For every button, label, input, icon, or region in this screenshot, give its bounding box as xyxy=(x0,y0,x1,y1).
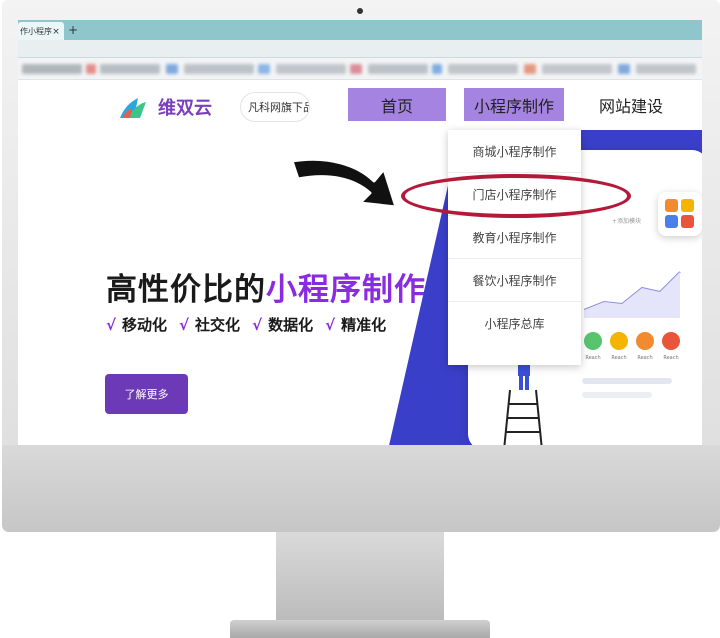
blurred-bookmark xyxy=(276,64,346,74)
browser-tab-bar: 作小程序 × + xyxy=(18,20,702,40)
green-circle xyxy=(584,332,602,350)
feature-item: √ 移动化 xyxy=(106,315,168,335)
reach-label: Reach xyxy=(611,355,627,361)
blurred-bookmark xyxy=(524,64,536,74)
logo-text: 维双云 xyxy=(158,98,212,119)
check-icon: √ xyxy=(179,315,190,334)
hero-title-accent: 小程序制作 xyxy=(266,272,426,308)
blurred-bookmark xyxy=(636,64,696,74)
nav-mini-program[interactable]: 小程序制作 xyxy=(464,88,564,121)
blurred-bookmark xyxy=(618,64,630,74)
blurred-bookmark xyxy=(22,64,82,74)
feature-list: √ 移动化 √ 社交化 √ 数据化 √ 精准化 xyxy=(106,314,398,335)
placeholder-bar xyxy=(582,392,652,398)
browser-tab[interactable]: 作小程序 × xyxy=(18,22,64,40)
screen: 作小程序 × + +添加模块 Reach Reach Reach Reach 维… xyxy=(18,20,702,445)
browser-address-bar[interactable] xyxy=(18,40,702,58)
orange-circle xyxy=(636,332,654,350)
logo-icon xyxy=(118,94,148,120)
tab-close-icon[interactable]: × xyxy=(50,26,62,38)
hero-title: 高性价比的小程序制作 xyxy=(106,264,426,309)
blurred-bookmark xyxy=(368,64,428,74)
bookmarks-bar xyxy=(18,58,702,80)
new-tab-button[interactable]: + xyxy=(66,23,80,37)
hero-title-plain: 高性价比的 xyxy=(106,272,266,308)
learn-more-button[interactable]: 了解更多 xyxy=(105,374,188,414)
webcam-dot xyxy=(357,8,363,14)
blurred-bookmark xyxy=(166,64,178,74)
yellow-circle xyxy=(610,332,628,350)
dropdown-item-library[interactable]: 小程序总库 xyxy=(448,302,581,345)
site-logo[interactable]: 维双云 xyxy=(118,92,218,122)
app-grid-tile xyxy=(658,192,702,236)
feature-item: √ 数据化 xyxy=(252,315,314,335)
dropdown-item-catering[interactable]: 餐饮小程序制作 xyxy=(448,259,581,302)
blurred-bookmark xyxy=(432,64,442,74)
dropdown-item-mall[interactable]: 商城小程序制作 xyxy=(448,130,581,173)
blurred-bookmark xyxy=(184,64,254,74)
blurred-bookmark xyxy=(258,64,270,74)
browser-tab-title: 作小程序 xyxy=(20,26,52,36)
blurred-bookmark xyxy=(542,64,612,74)
placeholder-bar xyxy=(582,378,672,384)
reach-label: Reach xyxy=(585,355,601,361)
mini-program-dropdown: 商城小程序制作 门店小程序制作 教育小程序制作 餐饮小程序制作 小程序总库 xyxy=(448,130,581,365)
pointer-arrow-icon xyxy=(290,157,398,209)
blurred-bookmark xyxy=(100,64,160,74)
blurred-bookmark xyxy=(86,64,96,74)
feature-item: √ 精准化 xyxy=(325,315,387,335)
nav-home[interactable]: 首页 xyxy=(348,88,446,121)
reach-label: Reach xyxy=(637,355,653,361)
dropdown-item-education[interactable]: 教育小程序制作 xyxy=(448,216,581,259)
brand-pill[interactable]: 凡科网旗下品 xyxy=(240,92,310,122)
nav-website-building[interactable]: 网站建设 xyxy=(584,88,678,121)
monitor-frame: 作小程序 × + +添加模块 Reach Reach Reach Reach 维… xyxy=(0,0,720,638)
website: +添加模块 Reach Reach Reach Reach 维双云 凡科网旗下品… xyxy=(18,80,702,445)
blurred-bookmark xyxy=(448,64,518,74)
monitor-chin xyxy=(2,445,720,532)
reach-label: Reach xyxy=(663,355,679,361)
monitor-stand-neck xyxy=(276,532,444,628)
add-module-text: +添加模块 xyxy=(612,218,642,225)
highlight-ellipse xyxy=(401,174,631,218)
red-circle xyxy=(662,332,680,350)
blurred-bookmark xyxy=(350,64,362,74)
check-icon: √ xyxy=(325,315,336,334)
monitor-stand-foot xyxy=(230,620,490,638)
growth-line-chart xyxy=(584,271,681,318)
check-icon: √ xyxy=(252,315,263,334)
feature-item: √ 社交化 xyxy=(179,315,241,335)
check-icon: √ xyxy=(106,315,117,334)
